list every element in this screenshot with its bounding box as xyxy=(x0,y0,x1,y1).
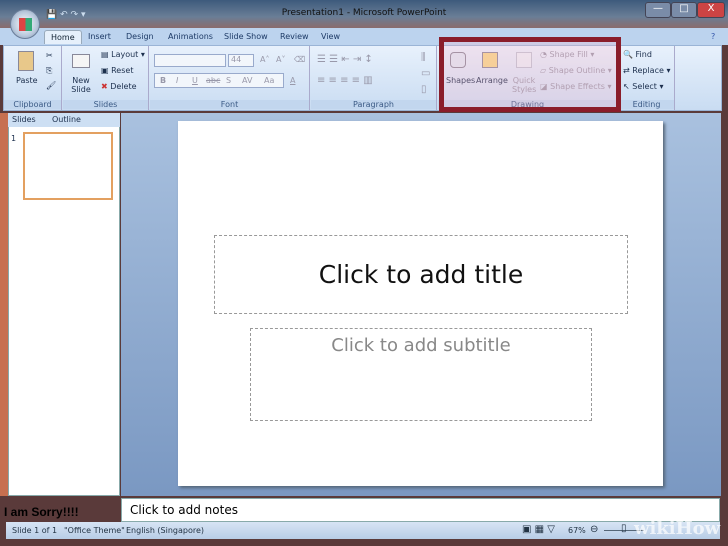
slides-label: Slides xyxy=(63,100,148,109)
slide-number: 1 xyxy=(11,134,17,143)
drawing-highlight-box xyxy=(439,37,621,112)
alignment-icons[interactable]: ≡ ≡ ≡ ≡ ▥ xyxy=(317,75,373,86)
character-spacing-button[interactable]: AV xyxy=(242,76,252,85)
copy-icon[interactable]: ⎘ xyxy=(46,66,52,76)
paste-icon xyxy=(18,51,34,71)
status-bar: Slide 1 of 1 "Office Theme" English (Sin… xyxy=(6,518,720,539)
office-logo-icon xyxy=(19,18,32,31)
slide-counter: Slide 1 of 1 xyxy=(12,526,58,535)
tab-design[interactable]: Design xyxy=(120,30,160,43)
redo-icon[interactable]: ↷ xyxy=(71,10,79,20)
bold-button[interactable]: B xyxy=(160,76,166,85)
zoom-out-icon[interactable]: ⊖ xyxy=(590,524,598,535)
select-label: Select xyxy=(632,82,657,91)
delete-button[interactable]: ✖ Delete xyxy=(101,82,137,91)
reset-label: Reset xyxy=(111,66,134,75)
undo-icon[interactable]: ↶ xyxy=(60,10,68,20)
tab-view[interactable]: View xyxy=(315,30,346,43)
slides-pane: 1 xyxy=(8,113,120,496)
wikihow-watermark: wikiHow xyxy=(634,518,721,539)
tab-insert[interactable]: Insert xyxy=(82,30,117,43)
customize-qat-icon[interactable]: ▾ xyxy=(81,10,86,20)
language[interactable]: English (Singapore) xyxy=(126,526,204,535)
tab-slides[interactable]: Slides xyxy=(12,115,36,124)
group-editing: 🔍 Find ⇄ Replace ▾ ↖ Select ▾ Editing xyxy=(619,46,675,110)
delete-label: Delete xyxy=(110,82,137,91)
tab-home[interactable]: Home xyxy=(44,30,82,44)
editing-label: Editing xyxy=(619,100,674,109)
find-label: Find xyxy=(635,50,652,59)
tab-animations[interactable]: Animations xyxy=(162,30,219,43)
tab-slide-show[interactable]: Slide Show xyxy=(218,30,274,43)
replace-button[interactable]: ⇄ Replace ▾ xyxy=(623,66,670,75)
strikethrough-button[interactable]: abc xyxy=(206,76,220,85)
zoom-level[interactable]: 67% xyxy=(568,526,586,535)
group-slides: New Slide ▤ Layout ▾ ▣ Reset ✖ Delete Sl… xyxy=(63,46,149,110)
layout-button[interactable]: ▤ Layout ▾ xyxy=(101,50,145,59)
italic-button[interactable]: I xyxy=(176,76,178,85)
new-slide-icon xyxy=(72,54,90,68)
find-button[interactable]: 🔍 Find xyxy=(623,50,652,59)
font-name-dropdown[interactable] xyxy=(154,54,226,67)
group-paragraph: ☰ ☰ ⇤ ⇥ ↕ ≡ ≡ ≡ ≡ ▥ ⫼ ▭ ▯ Paragraph xyxy=(311,46,437,110)
subtitle-placeholder[interactable]: Click to add subtitle xyxy=(250,328,592,421)
clipboard-label: Clipboard xyxy=(4,100,61,109)
clear-formatting-icon[interactable]: ⌫ xyxy=(294,55,305,64)
text-direction-icons[interactable]: ⫼ ▭ ▯ xyxy=(421,50,430,98)
pane-tabs: Slides Outline xyxy=(8,113,120,127)
new-slide-button[interactable]: New Slide xyxy=(69,76,93,94)
title-placeholder[interactable]: Click to add title xyxy=(214,235,628,314)
cut-icon[interactable]: ✂ xyxy=(46,51,53,60)
select-button[interactable]: ↖ Select ▾ xyxy=(623,82,664,91)
shrink-font-button[interactable]: A˅ xyxy=(276,55,285,64)
font-color-button[interactable]: A xyxy=(290,76,295,85)
close-button[interactable]: X xyxy=(697,2,725,18)
notes-pane[interactable]: Click to add notes xyxy=(121,498,720,522)
tab-review[interactable]: Review xyxy=(274,30,315,43)
slide-thumbnail[interactable] xyxy=(23,132,113,200)
underline-button[interactable]: U xyxy=(192,76,198,85)
overlay-text: I am Sorry!!!! xyxy=(4,505,79,519)
reset-button[interactable]: ▣ Reset xyxy=(101,66,133,75)
shadow-button[interactable]: S xyxy=(226,76,231,85)
quick-access-toolbar: 💾 ↶ ↷ ▾ xyxy=(46,10,85,20)
maximize-button[interactable]: □ xyxy=(671,2,697,18)
group-font: 44 A˄ A˅ ⌫ B I U abc S AV Aa A Font xyxy=(150,46,310,110)
paragraph-label: Paragraph xyxy=(311,100,436,109)
change-case-button[interactable]: Aa xyxy=(264,76,274,85)
group-clipboard: Paste ✂ ⎘ 🖌 Clipboard xyxy=(4,46,62,110)
theme-name: "Office Theme" xyxy=(64,526,125,535)
bullets-icon[interactable]: ☰ ☰ ⇤ ⇥ ↕ xyxy=(317,54,373,65)
minimize-button[interactable]: — xyxy=(645,2,671,18)
office-button[interactable] xyxy=(10,9,40,39)
title-bar: Presentation1 - Microsoft PowerPoint 💾 ↶… xyxy=(0,0,728,28)
window-title: Presentation1 - Microsoft PowerPoint xyxy=(281,8,447,18)
layout-label: Layout xyxy=(111,50,139,59)
grow-font-button[interactable]: A˄ xyxy=(260,55,269,64)
replace-label: Replace xyxy=(632,66,664,75)
tab-outline[interactable]: Outline xyxy=(52,115,81,124)
slide-canvas: Click to add title Click to add subtitle xyxy=(178,121,663,486)
format-painter-icon[interactable]: 🖌 xyxy=(46,81,56,90)
save-icon[interactable]: 💾 xyxy=(46,10,57,20)
font-size-dropdown[interactable]: 44 xyxy=(228,54,254,67)
paste-button[interactable]: Paste xyxy=(16,76,38,85)
font-label: Font xyxy=(150,100,309,109)
view-buttons-icon[interactable]: ▣ ▦ ▽ xyxy=(522,524,555,535)
help-icon[interactable]: ? xyxy=(705,30,721,43)
zoom-slider-thumb[interactable]: ▯ xyxy=(621,523,627,534)
window-border xyxy=(0,113,8,496)
